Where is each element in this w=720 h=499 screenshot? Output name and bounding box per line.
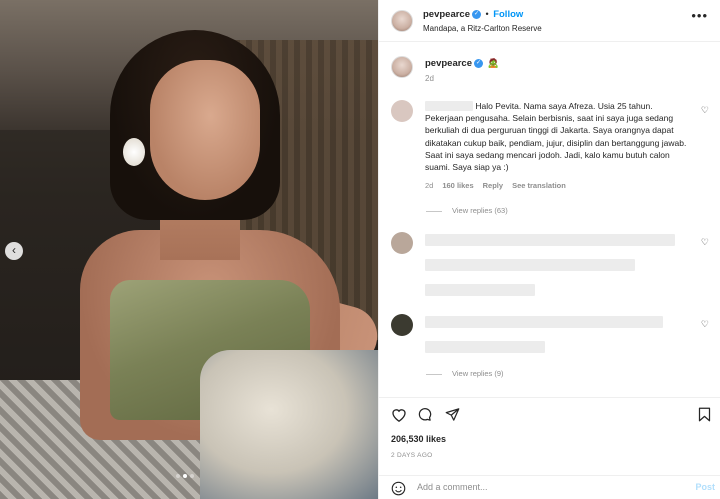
comment-meta: 2d 160 likes Reply See translation <box>425 181 566 190</box>
post-comment-button[interactable]: Post <box>695 482 715 492</box>
photo-pants <box>200 350 378 499</box>
post-dialog: ‹ pevpearce ✓ • Follow Mandapa, a Ritz-Ca… <box>0 0 720 499</box>
blurred-username <box>425 101 473 111</box>
see-translation-button[interactable]: See translation <box>512 181 566 190</box>
replies-line <box>426 373 442 375</box>
carousel-dots <box>176 474 194 478</box>
blurred-line <box>425 316 663 328</box>
add-comment-bar: Add a comment... Post <box>379 475 720 499</box>
avatar[interactable] <box>391 10 413 32</box>
heart-icon[interactable]: ♡ <box>701 237 709 248</box>
view-replies[interactable]: View replies (63) <box>426 206 508 215</box>
separator: • <box>485 9 489 19</box>
caption-emoji: 🧟 <box>487 58 499 68</box>
heart-icon[interactable]: ♡ <box>701 105 709 116</box>
view-replies-label: View replies (9) <box>452 369 504 378</box>
carousel-dot <box>176 474 180 478</box>
send-icon[interactable] <box>445 407 460 425</box>
caption-age: 2d <box>425 74 434 83</box>
post-photo[interactable]: ‹ <box>0 0 378 499</box>
comment-item: ♡ View replies (9) <box>391 314 709 384</box>
comment-text: Halo Pevita. Nama saya Afreza. Usia 25 t… <box>425 100 690 173</box>
view-replies-label: View replies (63) <box>452 206 508 215</box>
heart-icon[interactable]: ♡ <box>701 319 709 330</box>
heart-icon[interactable] <box>391 407 407 425</box>
carousel-dot <box>190 474 194 478</box>
comment-likes[interactable]: 160 likes <box>442 181 473 190</box>
follow-button[interactable]: Follow <box>493 9 523 20</box>
caption-line: pevpearce ✓ 🧟 <box>425 58 499 69</box>
replies-line <box>426 210 442 212</box>
comment-blurred-text <box>425 316 690 356</box>
action-bar <box>379 397 720 425</box>
comment-icon[interactable] <box>417 407 432 425</box>
likes-count[interactable]: 206,530 likes <box>391 434 446 444</box>
header-user-line: pevpearce ✓ • Follow <box>423 9 523 20</box>
caption-username[interactable]: pevpearce <box>425 58 472 69</box>
location[interactable]: Mandapa, a Ritz-Carlton Reserve <box>423 24 542 33</box>
blurred-line <box>425 259 635 272</box>
add-comment-input[interactable]: Add a comment... <box>417 482 488 492</box>
blurred-line <box>425 234 675 246</box>
carousel-dot-active <box>183 474 187 478</box>
comment-age: 2d <box>425 181 434 190</box>
comment-avatar[interactable] <box>391 314 413 336</box>
verified-icon: ✓ <box>472 10 482 20</box>
photo-face <box>150 60 260 200</box>
post-header: pevpearce ✓ • Follow Mandapa, a Ritz-Carl… <box>379 0 720 42</box>
reply-button[interactable]: Reply <box>483 181 503 190</box>
comment-avatar[interactable] <box>391 100 413 122</box>
more-horizontal-icon[interactable]: ••• <box>691 8 708 23</box>
comment-item: Halo Pevita. Nama saya Afreza. Usia 25 t… <box>391 100 709 220</box>
username[interactable]: pevpearce <box>423 9 470 20</box>
post-timestamp: 2 DAYS AGO <box>391 452 433 459</box>
view-replies[interactable]: View replies (9) <box>426 369 504 378</box>
smiley-icon[interactable] <box>391 481 406 499</box>
comment-item: ♡ <box>391 232 709 302</box>
blurred-line <box>425 341 545 354</box>
caption-avatar[interactable] <box>391 56 413 78</box>
post-side-panel: pevpearce ✓ • Follow Mandapa, a Ritz-Carl… <box>378 0 720 499</box>
comment-blurred-text <box>425 234 690 300</box>
chevron-left-icon[interactable]: ‹ <box>5 242 23 260</box>
comment-body: Halo Pevita. Nama saya Afreza. Usia 25 t… <box>425 101 687 173</box>
photo-earring <box>123 138 145 166</box>
verified-icon: ✓ <box>474 59 484 69</box>
comment-avatar[interactable] <box>391 232 413 254</box>
bookmark-icon[interactable] <box>698 407 711 425</box>
blurred-line <box>425 284 535 297</box>
